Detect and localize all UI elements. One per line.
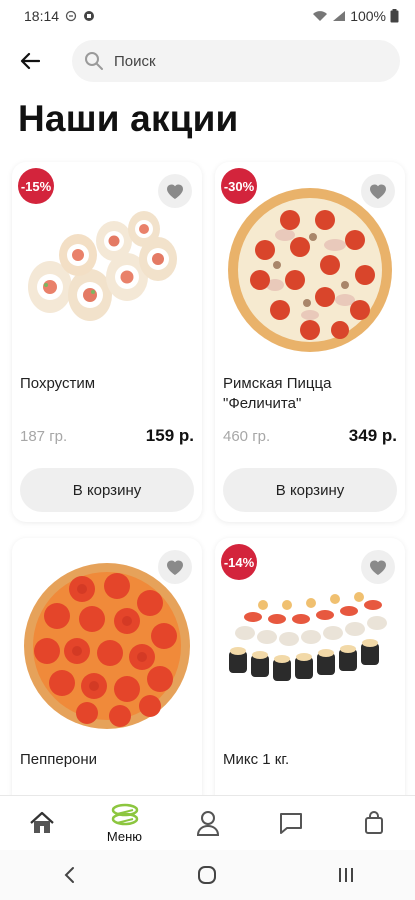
app-notification-icon (83, 10, 95, 22)
nav-menu[interactable]: Меню (83, 796, 166, 850)
add-to-cart-button[interactable]: В корзину (223, 468, 397, 512)
search-icon (85, 52, 103, 70)
discount-badge: -30% (221, 168, 257, 204)
signal-icon (332, 10, 346, 22)
product-card[interactable]: -30% Римская Пицца "Феличита" 460 гр. 34… (215, 162, 405, 522)
menu-icon (111, 803, 138, 825)
heart-icon (167, 184, 183, 199)
nav-cart[interactable] (332, 796, 415, 850)
recents-icon (338, 868, 353, 882)
nav-chat[interactable] (249, 796, 332, 850)
favorite-button[interactable] (158, 174, 192, 208)
bag-icon (364, 811, 383, 834)
status-time: 18:14 (24, 8, 60, 24)
product-weight: 460 гр. (223, 428, 271, 445)
product-card[interactable]: -15% Похрустим 187 гр. 159 р. В корзину (12, 162, 202, 522)
system-back-button[interactable] (39, 855, 99, 895)
top-bar (0, 38, 415, 84)
product-card[interactable]: -14% Микс 1 кг. (215, 538, 405, 808)
favorite-button[interactable] (158, 550, 192, 584)
system-recents-button[interactable] (316, 855, 376, 895)
discount-badge: -15% (18, 168, 54, 204)
product-price: 159 р. (145, 426, 194, 445)
battery-icon (390, 9, 399, 23)
heart-icon (370, 184, 386, 199)
nav-home[interactable] (0, 796, 83, 850)
product-card[interactable]: Пепперони (12, 538, 202, 808)
product-weight: 187 гр. (20, 428, 68, 445)
nav-profile[interactable] (166, 796, 249, 850)
battery-percent: 100% (350, 8, 386, 24)
product-name: Римская Пицца "Феличита" (223, 375, 332, 412)
sushi-mix-image (229, 592, 387, 681)
bottom-nav: Меню (0, 795, 415, 850)
wifi-icon (312, 10, 328, 22)
back-button[interactable] (12, 43, 48, 79)
search-bar[interactable] (72, 40, 400, 82)
status-bar: 18:14 100% (0, 0, 415, 32)
search-input[interactable] (114, 52, 364, 70)
heart-icon (370, 560, 386, 575)
product-name: Похрустим (20, 375, 96, 392)
pizza-pepperoni-image (24, 563, 190, 729)
profile-icon (196, 811, 219, 836)
product-name: Микс 1 кг. (223, 751, 290, 768)
nav-menu-label: Меню (106, 828, 143, 844)
system-nav-bar (0, 850, 415, 900)
page-title: Наши акции (18, 98, 239, 139)
sushi-rolls-image (28, 211, 177, 321)
home-icon (29, 811, 54, 833)
chat-icon (279, 813, 302, 834)
pizza-felichita-image (228, 188, 392, 352)
heart-icon (167, 560, 183, 575)
system-home-button[interactable] (177, 855, 237, 895)
home-circle-icon (198, 866, 217, 884)
product-price: 349 р. (348, 426, 397, 445)
arrow-left-icon (20, 52, 40, 70)
product-name: Пепперони (20, 751, 98, 768)
favorite-button[interactable] (361, 174, 395, 208)
add-to-cart-button[interactable]: В корзину (20, 468, 194, 512)
chevron-left-icon (64, 867, 75, 883)
favorite-button[interactable] (361, 550, 395, 584)
discount-badge: -14% (221, 544, 257, 580)
notification-icon (65, 10, 77, 22)
